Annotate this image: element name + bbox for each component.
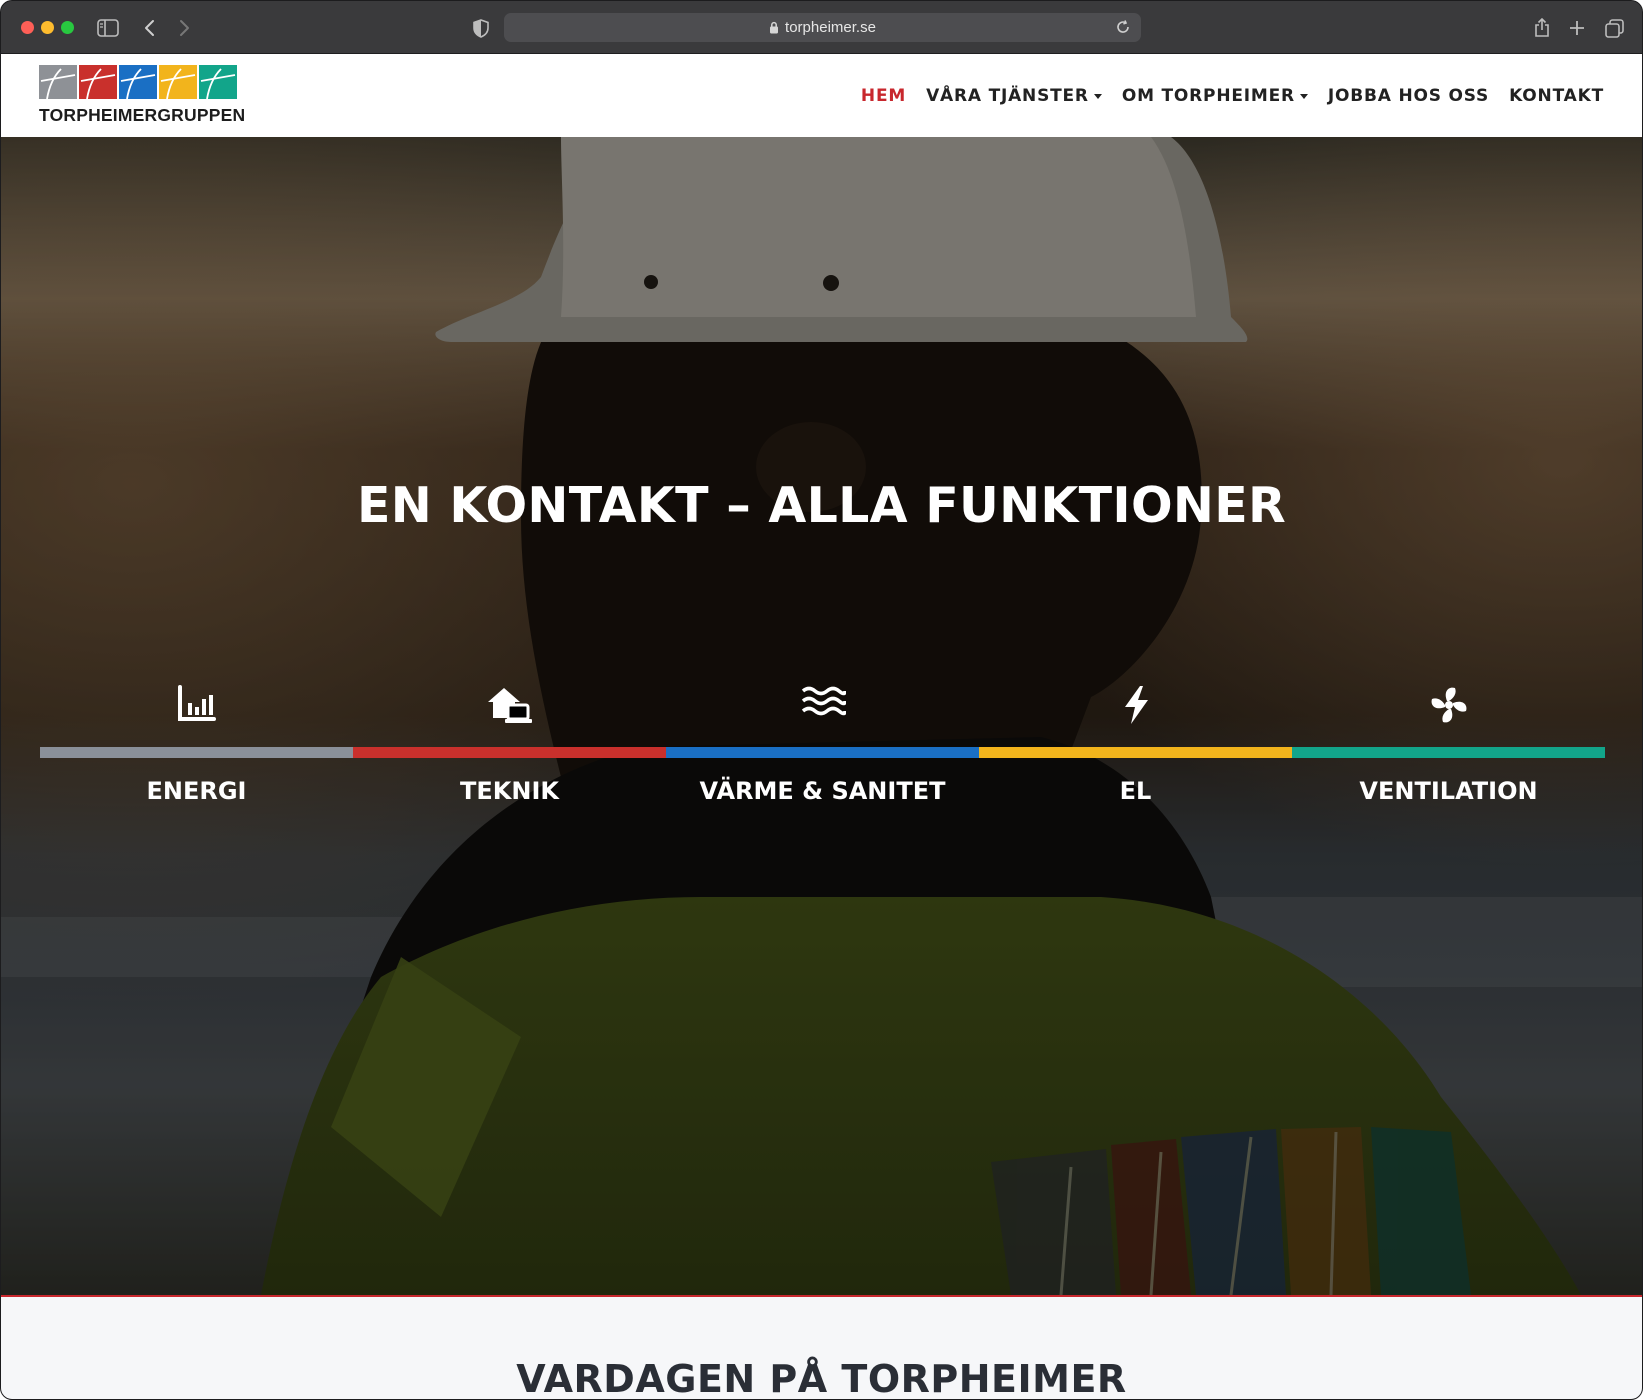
lightning-icon bbox=[979, 685, 1292, 733]
service-värme-sanitet[interactable]: VÄRME & SANITET bbox=[666, 685, 979, 815]
main-navigation: HEM VÅRA TJÄNSTER OM TORPHEIMER JOBBA HOS O… bbox=[841, 54, 1604, 137]
shield-icon[interactable] bbox=[468, 15, 494, 41]
hero-section: EN KONTAKT – ALLA FUNKTIONER ENERGI TEKNI… bbox=[1, 137, 1642, 1295]
home-devices-icon bbox=[353, 685, 666, 733]
service-label: EL bbox=[1119, 777, 1152, 805]
caret-down-icon bbox=[1299, 93, 1308, 99]
nav-label: HEM bbox=[860, 85, 907, 106]
nav-label: OM TORPHEIMER bbox=[1121, 85, 1295, 106]
service-ventilation[interactable]: VENTILATION bbox=[1292, 685, 1605, 815]
site-logo[interactable]: TORPHEIMERGRUPPEN bbox=[39, 65, 249, 129]
service-color-bar bbox=[40, 747, 353, 758]
hero-title: EN KONTAKT – ALLA FUNKTIONER bbox=[356, 477, 1287, 534]
site-header: TORPHEIMERGRUPPEN HEM VÅRA TJÄNSTER OM TOR… bbox=[1, 54, 1642, 137]
nav-item-om-torpheimer[interactable]: OM TORPHEIMER bbox=[1122, 86, 1308, 106]
service-label: ENERGI bbox=[146, 777, 247, 805]
url-text: torpheimer.se bbox=[785, 19, 876, 36]
nav-item-våra-tjänster[interactable]: VÅRA TJÄNSTER bbox=[926, 86, 1102, 106]
caret-down-icon bbox=[1093, 93, 1102, 99]
nav-item-kontakt[interactable]: KONTAKT bbox=[1509, 86, 1604, 106]
nav-label: VÅRA TJÄNSTER bbox=[926, 85, 1089, 106]
logo-tiles bbox=[39, 65, 249, 99]
nav-label: JOBBA HOS OSS bbox=[1327, 85, 1490, 106]
tab-overview-icon[interactable] bbox=[1601, 15, 1627, 41]
service-color-bar bbox=[1292, 747, 1605, 758]
sidebar-icon[interactable] bbox=[95, 15, 121, 41]
service-label: TEKNIK bbox=[460, 777, 559, 805]
service-categories: ENERGI TEKNIK VÄRME & SANITET EL VENTILATION bbox=[40, 685, 1605, 815]
logo-tile bbox=[119, 65, 157, 99]
logo-tile bbox=[159, 65, 197, 99]
service-color-bar bbox=[979, 747, 1292, 758]
back-icon[interactable] bbox=[137, 15, 163, 41]
service-el[interactable]: EL bbox=[979, 685, 1292, 815]
nav-label: KONTAKT bbox=[1509, 85, 1604, 106]
zoom-window-button[interactable] bbox=[61, 21, 74, 34]
service-teknik[interactable]: TEKNIK bbox=[353, 685, 666, 815]
everyday-section: VARDAGEN PÅ TORPHEIMER bbox=[1, 1295, 1642, 1400]
address-bar[interactable]: torpheimer.se bbox=[504, 13, 1141, 42]
share-icon[interactable] bbox=[1529, 15, 1555, 41]
service-color-bar bbox=[666, 747, 979, 758]
fan-icon bbox=[1292, 685, 1605, 733]
reload-icon[interactable] bbox=[1115, 19, 1131, 35]
lock-icon bbox=[770, 21, 779, 34]
water-waves-icon bbox=[666, 685, 979, 733]
browser-toolbar: torpheimer.se bbox=[1, 1, 1642, 54]
logo-text: TORPHEIMERGRUPPEN bbox=[39, 105, 246, 125]
service-label: VÄRME & SANITET bbox=[699, 777, 946, 805]
forward-icon[interactable] bbox=[171, 15, 197, 41]
service-energi[interactable]: ENERGI bbox=[40, 685, 353, 815]
logo-tile bbox=[79, 65, 117, 99]
close-window-button[interactable] bbox=[21, 21, 34, 34]
minimize-window-button[interactable] bbox=[41, 21, 54, 34]
section-heading: VARDAGEN PÅ TORPHEIMER bbox=[516, 1357, 1127, 1400]
service-label: VENTILATION bbox=[1359, 777, 1538, 805]
nav-item-hem[interactable]: HEM bbox=[861, 86, 906, 106]
service-color-bar bbox=[353, 747, 666, 758]
bar-chart-icon bbox=[40, 685, 353, 733]
logo-tile bbox=[39, 65, 77, 99]
nav-item-jobba-hos-oss[interactable]: JOBBA HOS OSS bbox=[1328, 86, 1489, 106]
new-tab-icon[interactable] bbox=[1564, 15, 1590, 41]
browser-window: torpheimer.se TORPHEIMERGRUPPEN HEM VÅRA … bbox=[0, 0, 1643, 1400]
logo-tile bbox=[199, 65, 237, 99]
